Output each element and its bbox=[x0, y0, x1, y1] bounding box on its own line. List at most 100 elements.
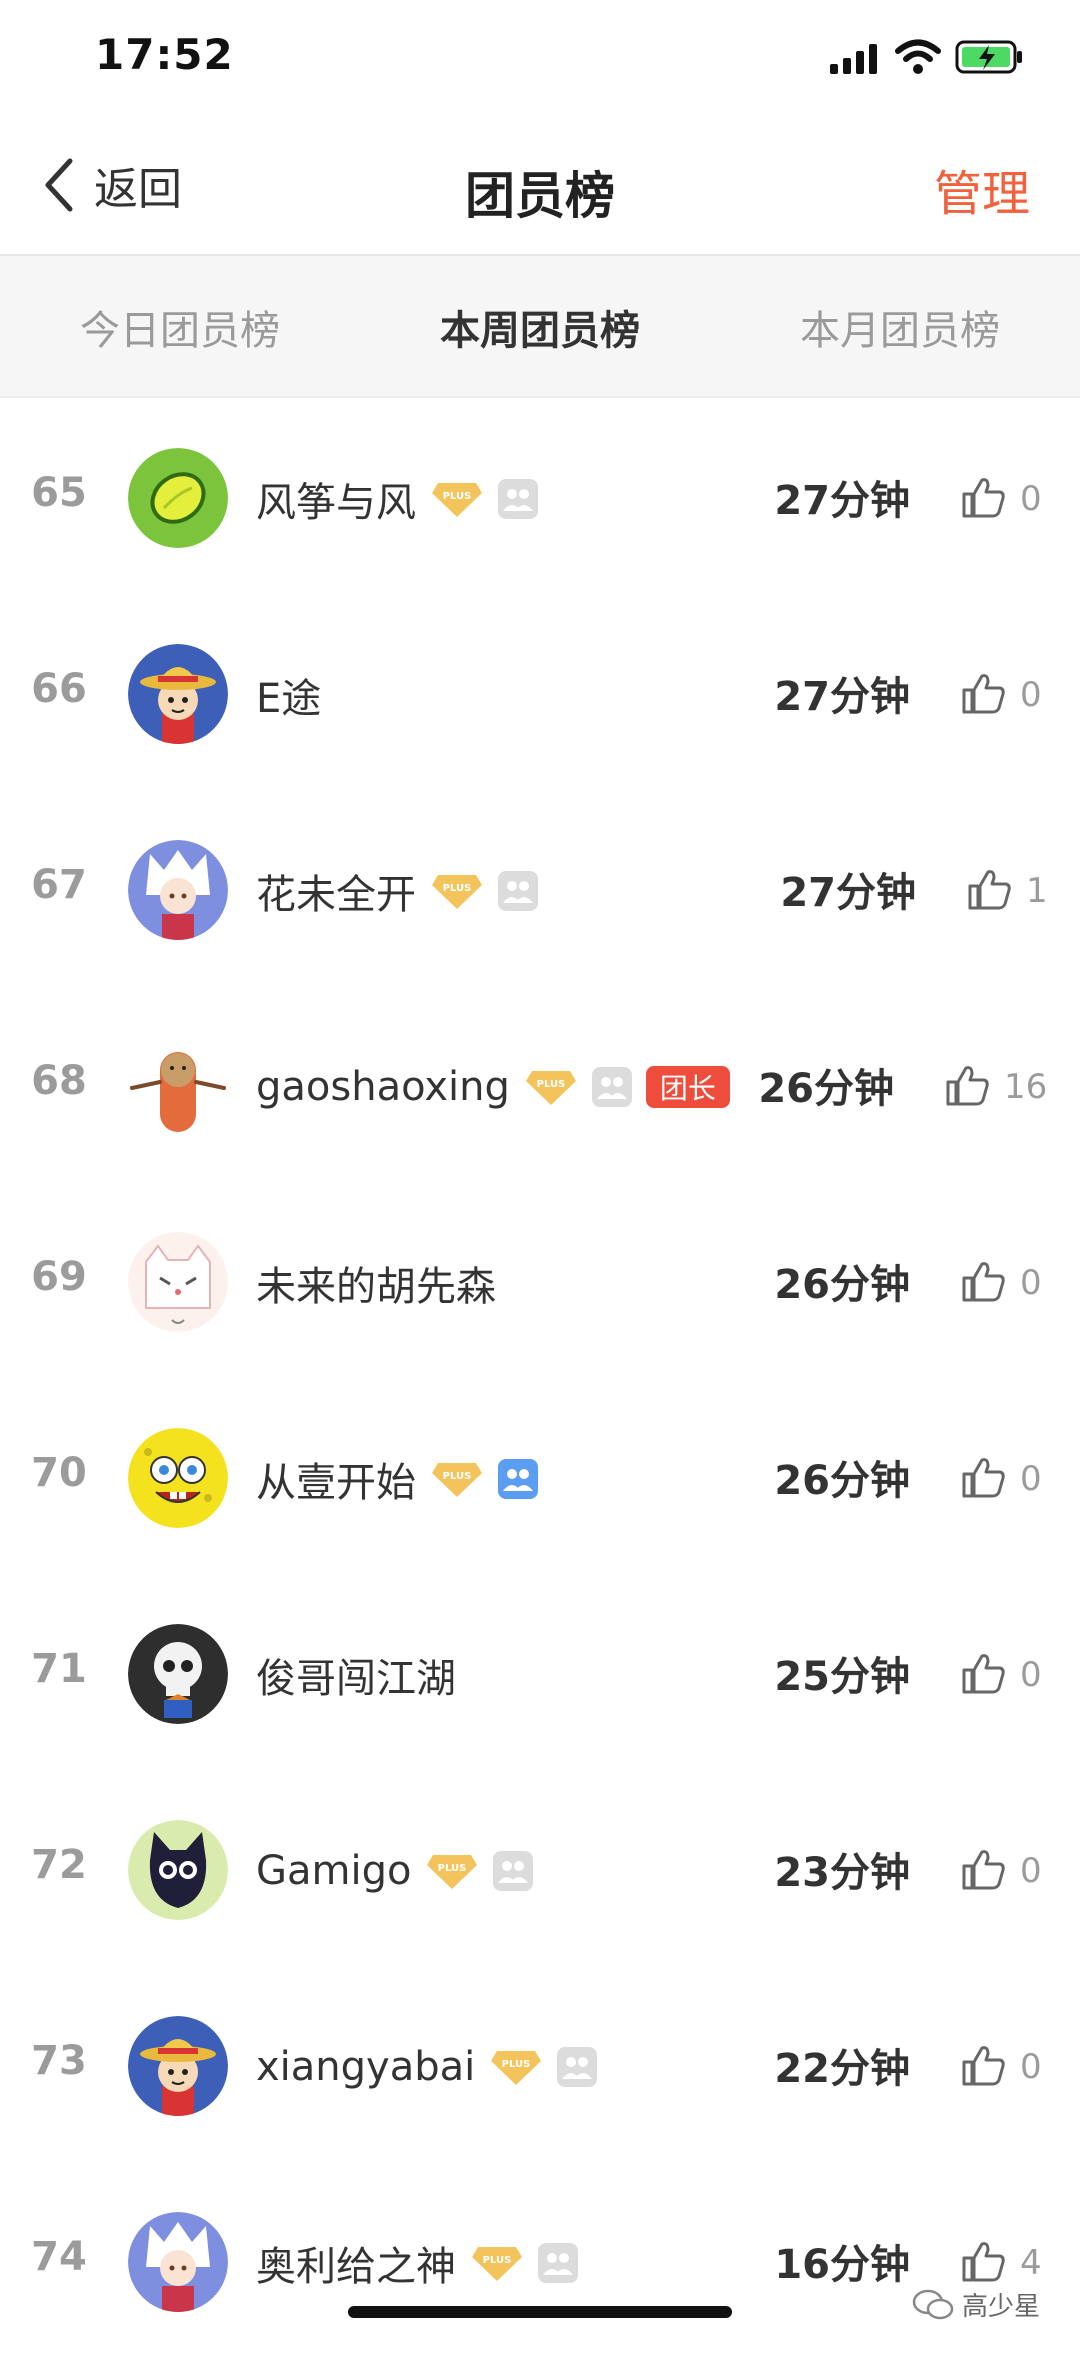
member-duration: 22分钟 bbox=[774, 2046, 910, 2092]
thumbs-up-icon bbox=[966, 866, 1012, 916]
watermark-text: 高少星 bbox=[962, 2292, 1041, 2322]
straw-hat-avatar[interactable] bbox=[128, 644, 228, 744]
like-button[interactable]: 16 bbox=[944, 1052, 1047, 1122]
black-cat-avatar[interactable] bbox=[128, 1820, 228, 1920]
like-button[interactable]: 0 bbox=[960, 1444, 1042, 1514]
member-rank: 65 bbox=[31, 470, 87, 516]
like-button[interactable]: 0 bbox=[960, 2032, 1042, 2102]
member-name[interactable]: xiangyabai bbox=[256, 2044, 475, 2090]
member-name[interactable]: Gamigo bbox=[256, 1848, 411, 1894]
tab-today[interactable]: 今日团员榜 bbox=[0, 298, 360, 356]
member-row[interactable]: 69 未来的胡先森 26分钟 0 bbox=[0, 1184, 1080, 1380]
member-name-group: 俊哥闯江湖 bbox=[256, 1640, 456, 1710]
member-row[interactable]: 65 风筝与风 PLUS 27分钟 0 bbox=[0, 400, 1080, 596]
member-name-group: xiangyabai PLUS bbox=[256, 2032, 598, 2102]
svg-text:PLUS: PLUS bbox=[537, 1079, 566, 1090]
member-duration: 27分钟 bbox=[774, 478, 910, 524]
like-button[interactable]: 0 bbox=[960, 660, 1042, 730]
member-name-group: 风筝与风 PLUS bbox=[256, 464, 538, 534]
member-name-group: 花未全开 PLUS bbox=[256, 856, 538, 926]
member-name-group: Gamigo PLUS bbox=[256, 1836, 534, 1906]
tab-bar: 今日团员榜 本周团员榜 本月团员榜 bbox=[0, 256, 1080, 398]
white-hair-avatar[interactable] bbox=[128, 840, 228, 940]
member-duration: 26分钟 bbox=[758, 1066, 894, 1112]
member-rank: 70 bbox=[31, 1450, 87, 1496]
thumbs-up-icon bbox=[944, 1062, 990, 1112]
member-row[interactable]: 70 从壹开始 PLUS 26分钟 0 bbox=[0, 1380, 1080, 1576]
member-duration: 16分钟 bbox=[774, 2242, 910, 2288]
like-count: 0 bbox=[1020, 2047, 1042, 2087]
like-count: 0 bbox=[1020, 1263, 1042, 1303]
cat-avatar[interactable] bbox=[128, 1232, 228, 1332]
member-name[interactable]: 俊哥闯江湖 bbox=[256, 1646, 456, 1704]
member-name[interactable]: 从壹开始 bbox=[256, 1450, 416, 1508]
like-button[interactable]: 1 bbox=[966, 856, 1048, 926]
battery-charging-icon bbox=[955, 40, 1022, 74]
group-member-icon bbox=[591, 1067, 632, 1107]
group-member-icon bbox=[498, 871, 538, 911]
plus-badge-icon: PLUS bbox=[524, 1067, 578, 1107]
member-name[interactable]: gaoshaoxing bbox=[256, 1064, 510, 1110]
sponge-avatar[interactable] bbox=[128, 1428, 228, 1528]
svg-text:PLUS: PLUS bbox=[443, 1471, 472, 1482]
member-name[interactable]: 奥利给之神 bbox=[256, 2234, 456, 2292]
thumbs-up-icon bbox=[960, 2042, 1006, 2092]
home-indicator bbox=[348, 2306, 732, 2318]
svg-text:PLUS: PLUS bbox=[443, 491, 472, 502]
plus-badge-icon: PLUS bbox=[470, 2243, 524, 2283]
member-rank: 68 bbox=[31, 1058, 87, 1104]
status-bar: 17:52 bbox=[0, 0, 1080, 120]
member-name[interactable]: 未来的胡先森 bbox=[256, 1254, 496, 1312]
member-name-group: E途 bbox=[256, 660, 321, 730]
like-button[interactable]: 0 bbox=[960, 464, 1042, 534]
lemon-avatar[interactable] bbox=[128, 448, 228, 548]
member-duration: 26分钟 bbox=[774, 1262, 910, 1308]
like-button[interactable]: 0 bbox=[960, 1640, 1042, 1710]
member-row[interactable]: 68 gaoshaoxing PLUS 团长 26分钟 16 bbox=[0, 988, 1080, 1184]
plus-badge-icon: PLUS bbox=[430, 871, 484, 911]
cylinder-avatar[interactable] bbox=[128, 1036, 228, 1136]
member-rank: 71 bbox=[31, 1646, 87, 1692]
member-name[interactable]: 花未全开 bbox=[256, 862, 416, 920]
member-name[interactable]: E途 bbox=[256, 666, 321, 724]
member-row[interactable]: 73 xiangyabai PLUS 22分钟 0 bbox=[0, 1968, 1080, 2164]
member-row[interactable]: 74 奥利给之神 PLUS 16分钟 4 bbox=[0, 2164, 1080, 2360]
group-member-icon bbox=[498, 1459, 538, 1499]
plus-badge-icon: PLUS bbox=[489, 2047, 543, 2087]
svg-text:PLUS: PLUS bbox=[438, 1863, 467, 1874]
svg-text:PLUS: PLUS bbox=[502, 2059, 531, 2070]
wechat-icon bbox=[912, 2289, 954, 2319]
member-name-group: 奥利给之神 PLUS bbox=[256, 2228, 578, 2298]
member-duration: 23分钟 bbox=[774, 1850, 910, 1896]
manage-button[interactable]: 管理 bbox=[934, 154, 1030, 224]
plus-badge-icon: PLUS bbox=[425, 1851, 479, 1891]
member-name[interactable]: 风筝与风 bbox=[256, 470, 416, 528]
wifi-icon bbox=[895, 39, 941, 74]
member-row[interactable]: 67 花未全开 PLUS 27分钟 1 bbox=[0, 792, 1080, 988]
tab-this-month[interactable]: 本月团员榜 bbox=[720, 298, 1080, 356]
member-row[interactable]: 71 俊哥闯江湖 25分钟 0 bbox=[0, 1576, 1080, 1772]
tab-this-week[interactable]: 本周团员榜 bbox=[360, 298, 720, 356]
like-button[interactable]: 0 bbox=[960, 1836, 1042, 1906]
thumbs-up-icon bbox=[960, 1650, 1006, 1700]
back-button[interactable]: 返回 bbox=[40, 150, 182, 220]
like-count: 16 bbox=[1004, 1067, 1048, 1107]
thumbs-up-icon bbox=[960, 2238, 1006, 2288]
watermark: 高少星 bbox=[912, 2286, 1040, 2323]
member-row[interactable]: 66 E途 27分钟 0 bbox=[0, 596, 1080, 792]
thumbs-up-icon bbox=[960, 474, 1006, 524]
like-button[interactable]: 0 bbox=[960, 1248, 1042, 1318]
like-count: 0 bbox=[1020, 479, 1042, 519]
like-count: 0 bbox=[1020, 1655, 1042, 1695]
member-rank: 69 bbox=[31, 1254, 87, 1300]
skull-avatar[interactable] bbox=[128, 1624, 228, 1724]
straw-hat-avatar[interactable] bbox=[128, 2016, 228, 2116]
white-hair-avatar[interactable] bbox=[128, 2212, 228, 2312]
plus-badge-icon: PLUS bbox=[430, 1459, 484, 1499]
group-member-icon bbox=[557, 2047, 598, 2087]
like-count: 4 bbox=[1020, 2243, 1042, 2283]
plus-badge-icon: PLUS bbox=[430, 479, 484, 519]
member-duration: 26分钟 bbox=[774, 1458, 910, 1504]
group-member-icon bbox=[498, 479, 538, 519]
member-row[interactable]: 72 Gamigo PLUS 23分钟 0 bbox=[0, 1772, 1080, 1968]
